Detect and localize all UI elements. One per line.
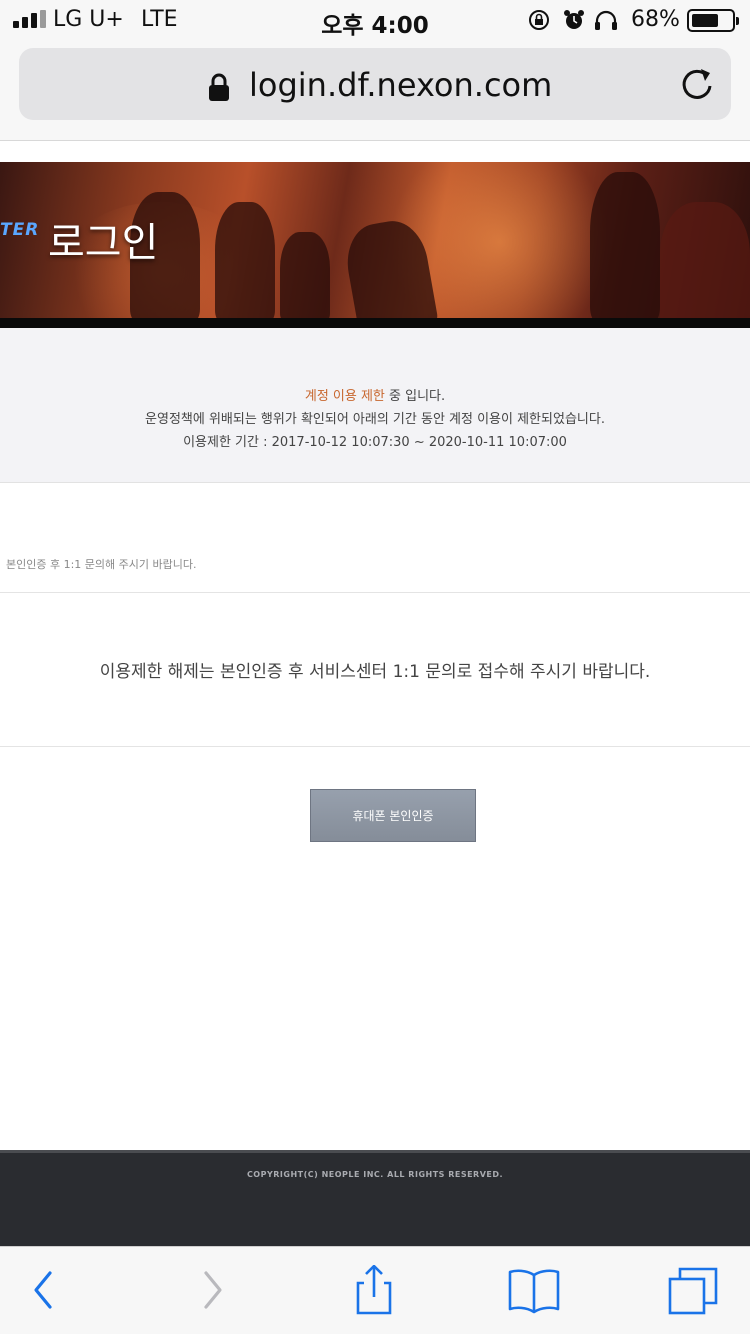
status-icons xyxy=(528,9,628,31)
bookmarks-button[interactable] xyxy=(506,1265,562,1315)
copyright-text: COPYRIGHT(C) NEOPLE INC. ALL RIGHTS RESE… xyxy=(246,1170,504,1179)
restriction-period: 이용제한 기간 : 2017-10-12 10:07:30 ~ 2020-10-… xyxy=(183,435,567,450)
headphones-icon xyxy=(595,10,617,30)
tabs-button[interactable] xyxy=(666,1265,722,1315)
page-title: 로그인 xyxy=(48,220,159,266)
share-icon xyxy=(356,1264,392,1315)
back-icon xyxy=(34,1271,52,1309)
tabs-icon xyxy=(668,1267,718,1315)
forward-icon xyxy=(204,1271,222,1309)
lock-icon xyxy=(209,73,229,101)
guide-text-large: 이용제한 해제는 본인인증 후 서비스센터 1:1 문의로 접수해 주시기 바랍… xyxy=(99,662,651,682)
back-button[interactable] xyxy=(16,1265,72,1315)
share-button[interactable] xyxy=(346,1264,402,1315)
battery-icon xyxy=(687,9,739,32)
notice-line-1-rest: 중 입니다. xyxy=(384,389,446,404)
browser-address-area: login.df.nexon.com xyxy=(0,40,750,140)
battery-percent: 68% xyxy=(631,7,680,32)
bookmarks-icon xyxy=(508,1269,560,1314)
game-logo: TER xyxy=(0,220,40,240)
browser-toolbar xyxy=(0,1246,750,1334)
page-top-strip xyxy=(0,140,750,162)
address-bar[interactable]: login.df.nexon.com xyxy=(19,48,731,120)
url-text[interactable]: login.df.nexon.com xyxy=(249,66,552,104)
divider xyxy=(0,746,750,747)
restriction-notice: 계정 이용 제한 중 입니다. 운영정책에 위배되는 행위가 확인되어 아래의 … xyxy=(0,328,750,483)
reload-icon[interactable] xyxy=(679,66,715,102)
restriction-highlight: 계정 이용 제한 xyxy=(304,389,385,404)
status-bar: LG U+ LTE 오후 4:00 68% xyxy=(0,0,750,40)
notice-line-2: 운영정책에 위배되는 행위가 확인되어 아래의 기간 동안 계정 이용이 제한되… xyxy=(145,412,605,427)
phone-verification-button[interactable]: 휴대폰 본인인증 xyxy=(310,789,476,842)
footer: COPYRIGHT(C) NEOPLE INC. ALL RIGHTS RESE… xyxy=(0,1150,750,1246)
login-banner: TER 로그인 xyxy=(0,162,750,328)
guide-text-small: 본인인증 후 1:1 문의해 주시기 바랍니다. xyxy=(6,558,197,571)
alarm-icon xyxy=(564,10,584,29)
divider xyxy=(0,592,750,593)
rotation-lock-icon xyxy=(529,10,549,30)
forward-button[interactable] xyxy=(184,1265,240,1315)
notice-line-1: 계정 이용 제한 중 입니다. xyxy=(0,385,750,404)
